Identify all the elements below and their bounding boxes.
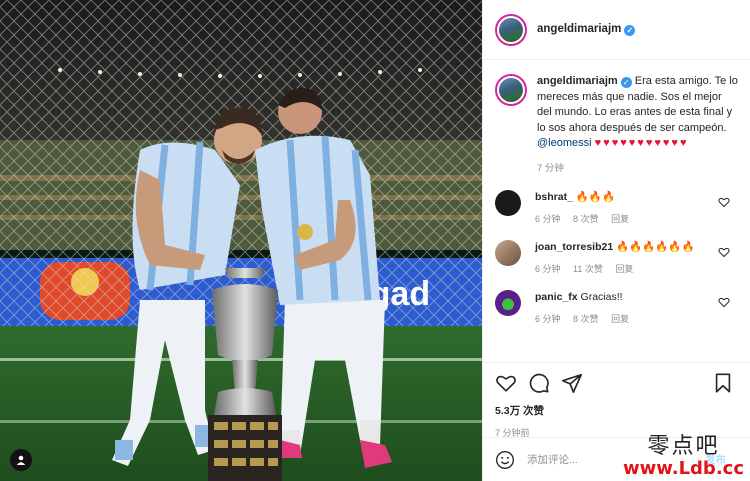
comment-likes[interactable]: 8 次赞 <box>573 214 599 224</box>
comment-item: joan_torresib21 🔥🔥🔥🔥🔥🔥 6 分钟 11 次赞 回复 <box>483 240 750 276</box>
comment-like-heart-icon[interactable] <box>718 246 730 258</box>
post-side-panel: angeldimariajm ✓ angeldimariajm ✓ Era esta… <box>482 0 750 481</box>
photo-illustration: bligad <box>0 0 482 481</box>
caption-time: 7 分钟 <box>537 162 564 174</box>
verified-badge-icon: ✓ <box>624 25 636 36</box>
add-comment-bar: 发布 <box>483 437 750 481</box>
comment-likes[interactable]: 11 次赞 <box>573 264 603 274</box>
verified-badge-icon: ✓ <box>620 77 632 88</box>
comment-time: 6 分钟 <box>535 264 561 274</box>
comment-reply-button[interactable]: 回复 <box>611 214 629 224</box>
post-actions: 5.3万 次赞 7 分钟前 <box>483 362 750 439</box>
comment-bubble-icon[interactable] <box>528 372 550 394</box>
comment-username[interactable]: panic_fx <box>535 291 578 303</box>
comment-text: 🔥🔥🔥 <box>575 191 616 203</box>
person-icon <box>16 455 26 465</box>
tagged-users-button[interactable] <box>10 449 32 471</box>
comment-like-heart-icon[interactable] <box>718 196 730 208</box>
comment-input[interactable] <box>527 453 697 466</box>
instagram-post-view: bligad <box>0 0 750 481</box>
comment-reply-button[interactable]: 回复 <box>611 314 629 324</box>
post-caption: angeldimariajm ✓ Era esta amigo. Te lo me… <box>483 60 750 176</box>
caption-hearts: ♥♥♥♥♥♥♥♥♥♥♥ <box>594 137 689 149</box>
emoji-smiley-icon[interactable] <box>495 450 515 470</box>
comment-avatar[interactable] <box>495 290 521 316</box>
author-username[interactable]: angeldimariajm ✓ <box>537 23 636 36</box>
caption-mention-link[interactable]: @leomessi <box>537 137 592 149</box>
post-header: angeldimariajm ✓ <box>483 0 750 60</box>
comment-like-heart-icon[interactable] <box>718 296 730 308</box>
comment-text: 🔥🔥🔥🔥🔥🔥 <box>616 241 695 253</box>
share-send-icon[interactable] <box>561 372 583 394</box>
comment-time: 6 分钟 <box>535 214 561 224</box>
comment-time: 6 分钟 <box>535 314 561 324</box>
post-photo[interactable]: bligad <box>0 0 482 481</box>
author-avatar[interactable] <box>495 13 527 46</box>
caption-avatar[interactable] <box>495 74 527 106</box>
comment-reply-button[interactable]: 回复 <box>615 264 633 274</box>
comment-likes[interactable]: 8 次赞 <box>573 314 599 324</box>
comment-item: panic_fx Gracias!! 6 分钟 8 次赞 回复 <box>483 290 750 326</box>
comment-text: Gracias!! <box>580 291 623 303</box>
caption-username[interactable]: angeldimariajm <box>537 75 618 87</box>
comment-username[interactable]: joan_torresib21 <box>535 241 613 253</box>
like-heart-icon[interactable] <box>495 372 517 394</box>
comment-avatar[interactable] <box>495 190 521 216</box>
likes-count[interactable]: 5.3万 次赞 <box>495 403 738 418</box>
post-comment-button[interactable]: 发布 <box>705 452 726 467</box>
comment-avatar[interactable] <box>495 240 521 266</box>
comment-username[interactable]: bshrat_ <box>535 191 573 203</box>
comment-item: bshrat_ 🔥🔥🔥 6 分钟 8 次赞 回复 <box>483 190 750 226</box>
save-bookmark-icon[interactable] <box>712 372 734 394</box>
